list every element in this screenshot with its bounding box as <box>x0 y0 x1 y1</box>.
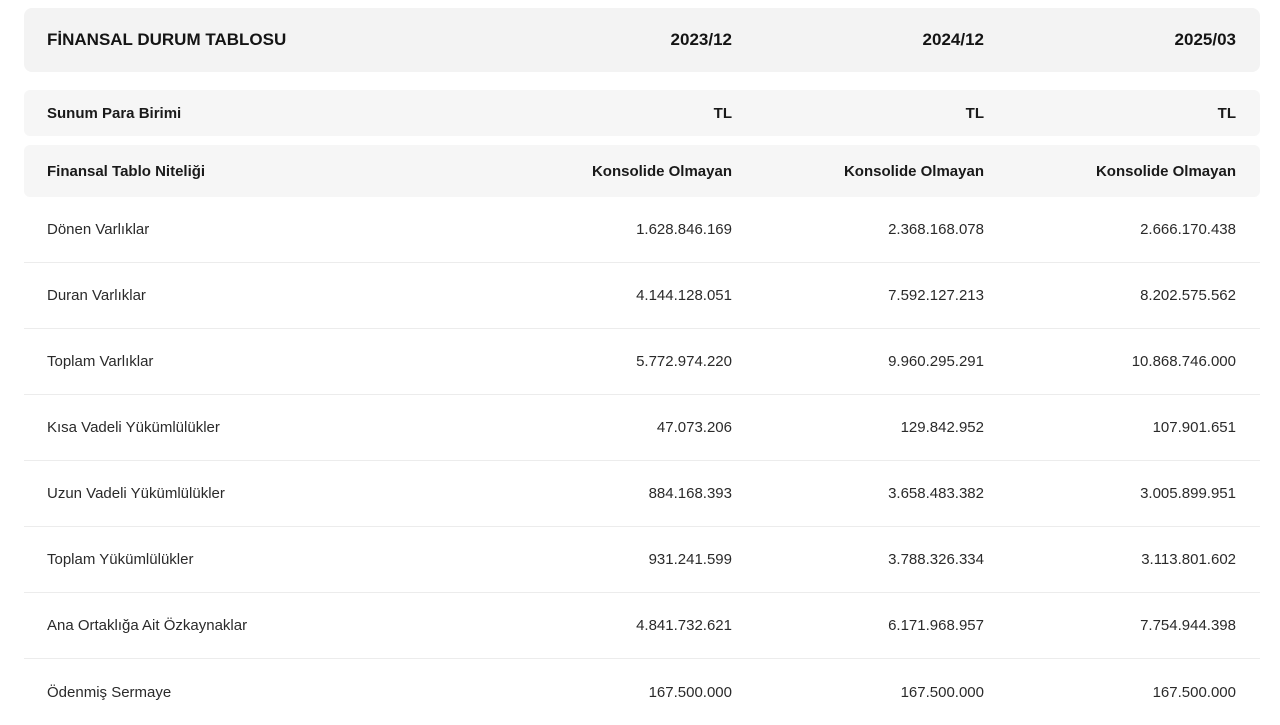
row-label: Finansal Tablo Niteliği <box>47 162 206 180</box>
row-value: Konsolide Olmayan <box>1095 162 1236 180</box>
row-label: Kısa Vadeli Yükümlülükler <box>47 419 220 436</box>
row-label: Uzun Vadeli Yükümlülükler <box>47 485 225 502</box>
table-body: Dönen Varlıklar 1.628.846.169 2.368.168.07… <box>24 197 1260 725</box>
row-value: 2.368.168.078 <box>888 221 984 238</box>
table-title: FİNANSAL DURUM TABLOSU <box>47 30 287 49</box>
row-label: Dönen Varlıklar <box>47 221 150 238</box>
row-label: Ödenmiş Sermaye <box>47 683 172 701</box>
row-value: 47.073.206 <box>656 419 732 436</box>
row-value: 3.658.483.382 <box>888 485 984 502</box>
row-value: 167.500.000 <box>1152 683 1236 701</box>
row-value: TL <box>965 104 984 122</box>
period-header: 2025/03 <box>1174 30 1236 49</box>
row-label: Sunum Para Birimi <box>47 104 182 122</box>
row-value: 129.842.952 <box>900 419 984 436</box>
row-value: Konsolide Olmayan <box>843 162 984 180</box>
table-row: Toplam Varlıklar 5.772.974.220 9.960.295.2… <box>24 329 1260 395</box>
row-value: 2.666.170.438 <box>1140 221 1236 238</box>
row-value: 5.772.974.220 <box>636 353 732 370</box>
currency-row: Sunum Para Birimi TL TL TL <box>24 90 1260 136</box>
row-value: 8.202.575.562 <box>1140 287 1236 304</box>
row-value: 3.788.326.334 <box>888 551 984 568</box>
table-row: Kısa Vadeli Yükümlülükler 47.073.206 129.8… <box>24 395 1260 461</box>
row-value: 7.754.944.398 <box>1140 617 1236 634</box>
table-header: FİNANSAL DURUM TABLOSU 2023/12 2024/12 2… <box>24 8 1260 72</box>
row-value: 1.628.846.169 <box>636 221 732 238</box>
row-value: TL <box>1217 104 1236 122</box>
table-row: Toplam Yükümlülükler 931.241.599 3.788.326… <box>24 527 1260 593</box>
table-row: Ana Ortaklığa Ait Özkaynaklar 4.841.732.6… <box>24 593 1260 659</box>
row-value: 3.113.801.602 <box>1141 551 1236 568</box>
row-value: 4.144.128.051 <box>636 287 732 304</box>
row-value: 4.841.732.621 <box>636 617 732 634</box>
table-row: Uzun Vadeli Yükümlülükler 884.168.393 3.65… <box>24 461 1260 527</box>
row-value: 3.005.899.951 <box>1140 485 1236 502</box>
row-value: 10.868.746.000 <box>1131 353 1236 370</box>
table-row: Ödenmiş Sermaye 167.500.000 167.500.000 167… <box>24 659 1260 725</box>
row-value: 107.901.651 <box>1152 419 1236 436</box>
row-value: 167.500.000 <box>900 683 984 701</box>
row-value: 167.500.000 <box>648 683 732 701</box>
row-value: 6.171.968.957 <box>888 617 984 634</box>
row-value: Konsolide Olmayan <box>591 162 732 180</box>
row-label: Toplam Varlıklar <box>47 353 154 370</box>
row-value: 931.241.599 <box>648 551 732 568</box>
row-label: Ana Ortaklığa Ait Özkaynaklar <box>47 617 248 634</box>
row-label: Toplam Yükümlülükler <box>47 551 194 568</box>
table-row: Dönen Varlıklar 1.628.846.169 2.368.168.07… <box>24 197 1260 263</box>
row-value: 7.592.127.213 <box>888 287 984 304</box>
row-value: TL <box>713 104 732 122</box>
row-value: 884.168.393 <box>648 485 732 502</box>
financial-position-table: FİNANSAL DURUM TABLOSU 2023/12 2024/12 2… <box>24 8 1260 725</box>
row-value: 9.960.295.291 <box>888 353 984 370</box>
row-label: Duran Varlıklar <box>47 287 146 304</box>
table-row: Duran Varlıklar 4.144.128.051 7.592.127.21… <box>24 263 1260 329</box>
period-header: 2023/12 <box>670 30 732 49</box>
statement-nature-row: Finansal Tablo Niteliği Konsolide Olmaya… <box>24 145 1260 197</box>
period-header: 2024/12 <box>922 30 984 49</box>
